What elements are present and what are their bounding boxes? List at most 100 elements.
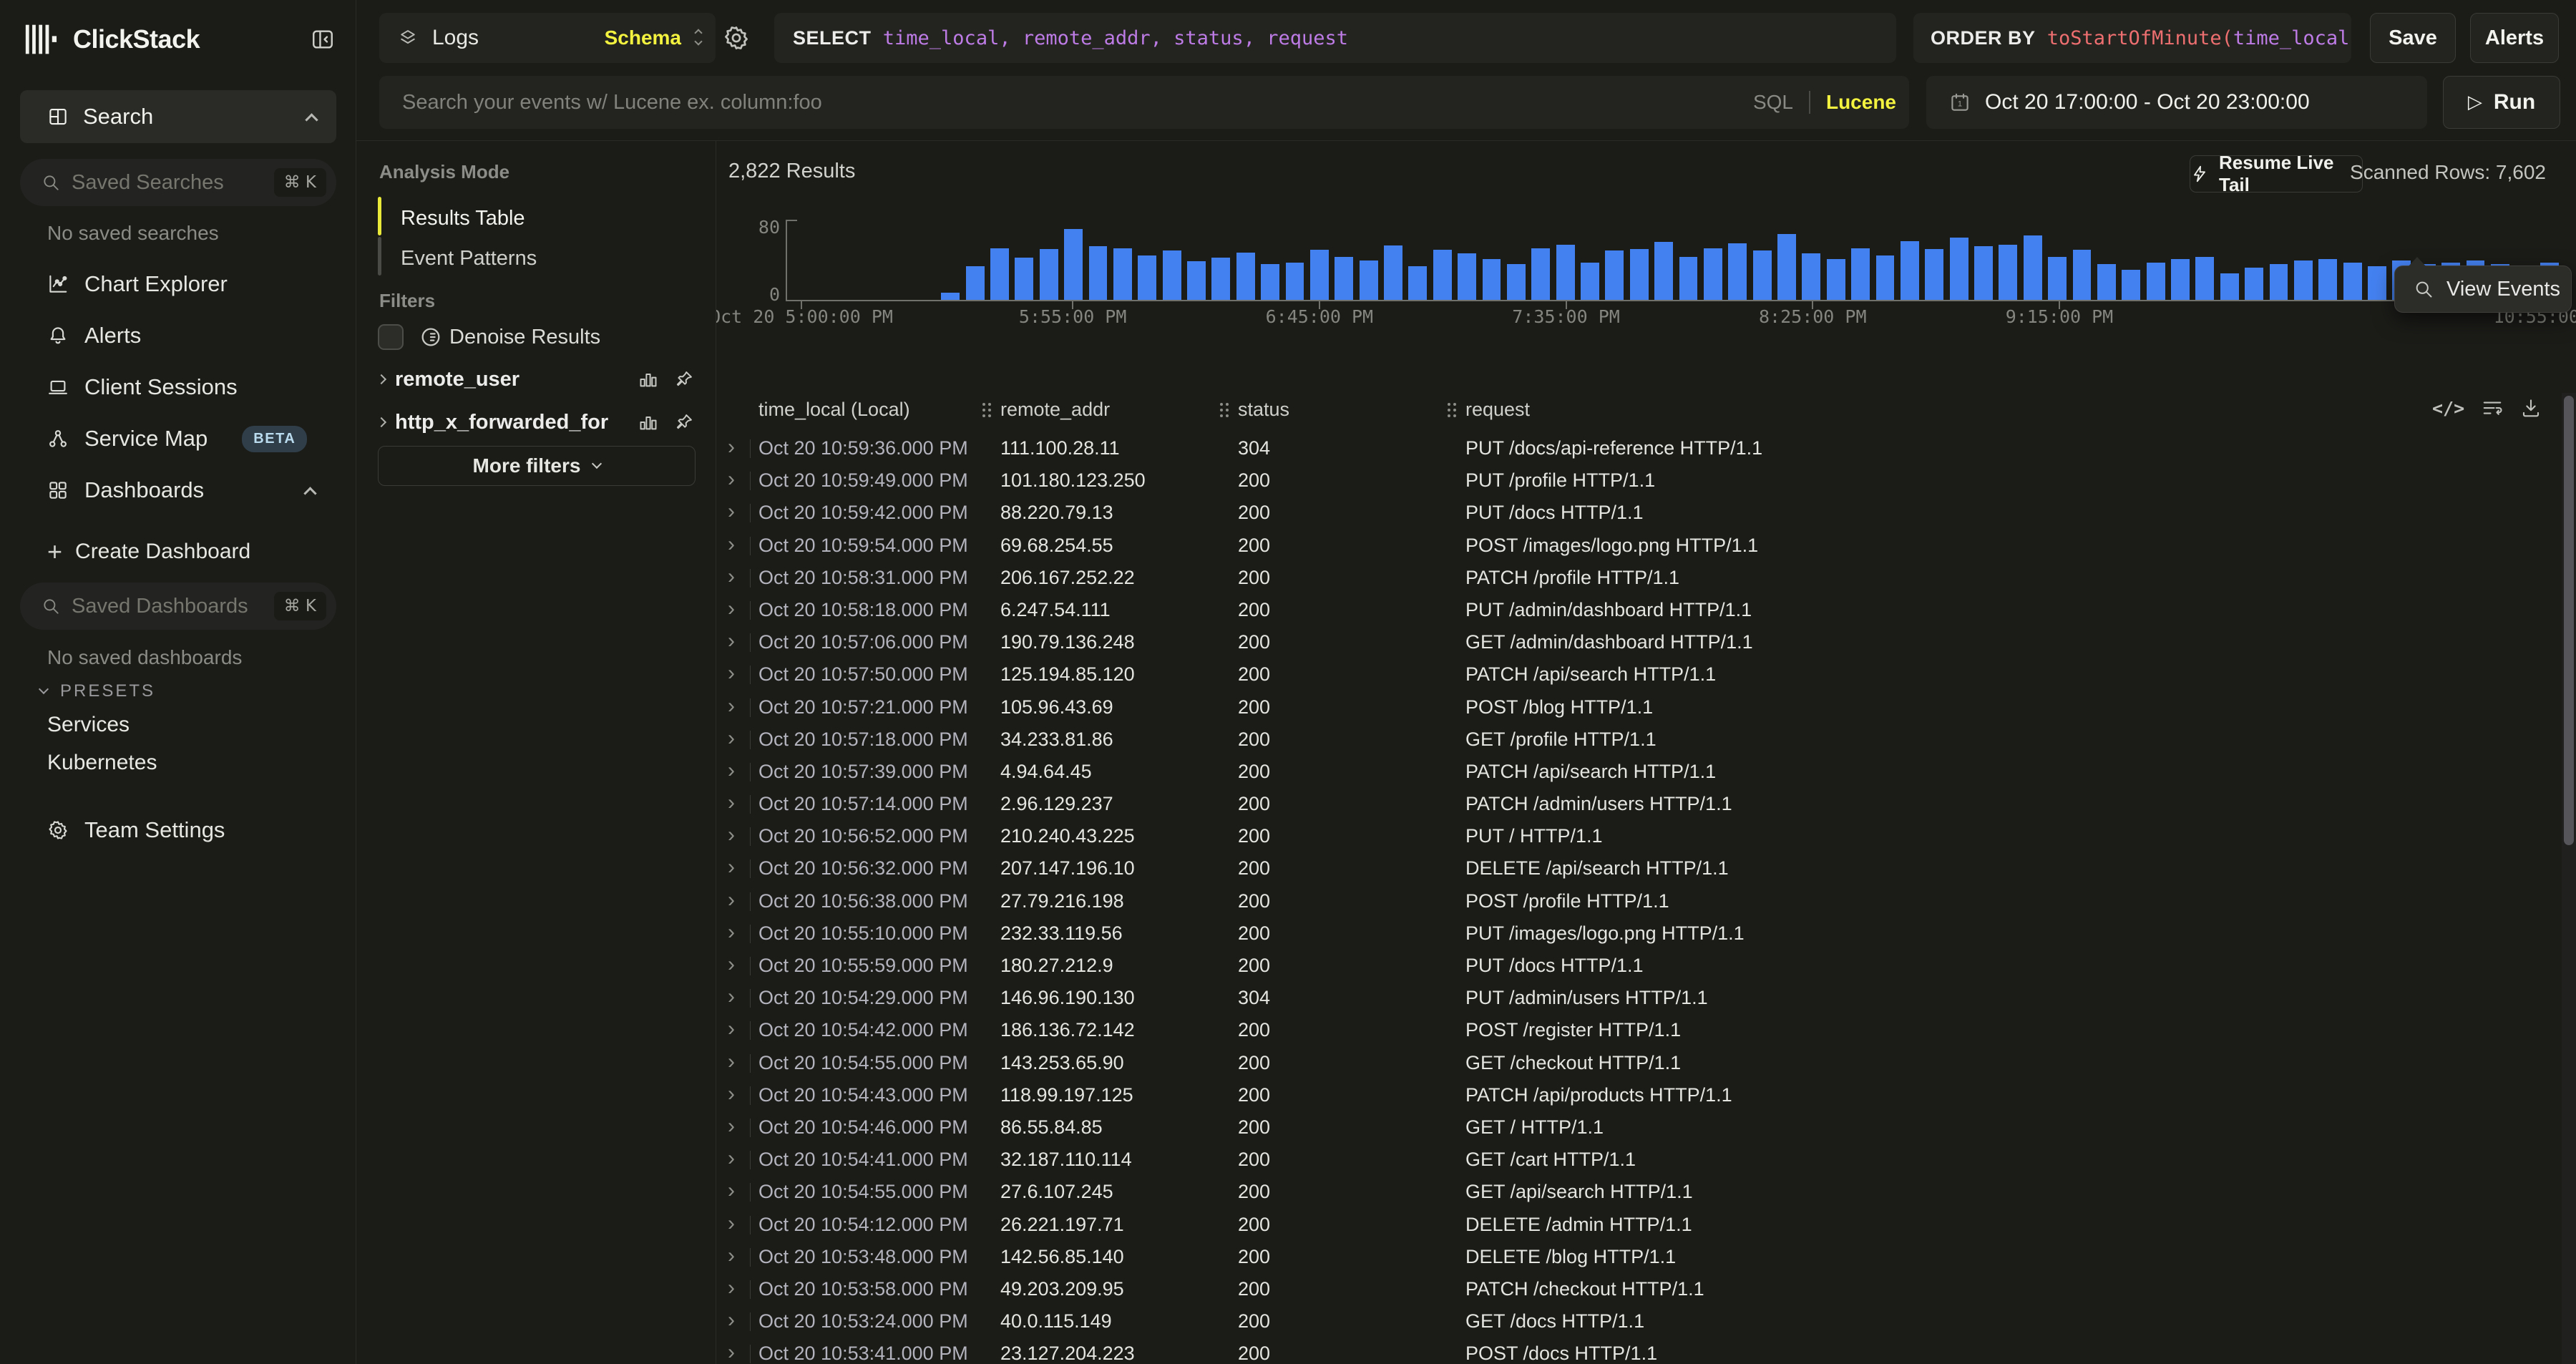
- row-expand-chevron-icon[interactable]: ›: [728, 598, 735, 620]
- histogram-bar[interactable]: [1556, 245, 1575, 301]
- table-scrollbar-thumb[interactable]: [2564, 396, 2574, 845]
- histogram-bar[interactable]: [1360, 260, 1378, 300]
- resume-live-tail-button[interactable]: Resume Live Tail: [2190, 155, 2363, 193]
- histogram-bar[interactable]: [1827, 259, 1845, 301]
- histogram-bar[interactable]: [1211, 258, 1230, 300]
- histogram-bar[interactable]: [1802, 253, 1820, 300]
- histogram-bar[interactable]: [966, 266, 985, 301]
- row-expand-chevron-icon[interactable]: ›: [728, 760, 735, 781]
- orderby-query-input[interactable]: ORDER BY toStartOfMinute(time_local) D: [1913, 13, 2351, 63]
- row-expand-chevron-icon[interactable]: ›: [728, 890, 735, 911]
- row-expand-chevron-icon[interactable]: ›: [728, 728, 735, 749]
- table-row[interactable]: ›Oct 20 10:57:18.000 PM34.233.81.86200GE…: [716, 724, 2562, 756]
- row-expand-chevron-icon[interactable]: ›: [728, 1245, 735, 1267]
- histogram-bar[interactable]: [2368, 266, 2386, 301]
- save-button[interactable]: Save: [2370, 13, 2456, 63]
- histogram-bar[interactable]: [2195, 257, 2214, 300]
- histogram-bar[interactable]: [1483, 259, 1501, 301]
- histogram-bar[interactable]: [1286, 263, 1304, 301]
- histogram-bar[interactable]: [1679, 257, 1698, 300]
- row-expand-chevron-icon[interactable]: ›: [728, 469, 735, 490]
- histogram-bar[interactable]: [2171, 259, 2190, 301]
- field-chart-icon[interactable]: [638, 369, 658, 389]
- table-row[interactable]: ›Oct 20 10:57:14.000 PM2.96.129.237200PA…: [716, 788, 2562, 820]
- table-row[interactable]: ›Oct 20 10:58:31.000 PM206.167.252.22200…: [716, 562, 2562, 594]
- histogram-bar[interactable]: [1015, 258, 1033, 300]
- table-row[interactable]: ›Oct 20 10:54:55.000 PM27.6.107.245200GE…: [716, 1176, 2562, 1208]
- row-expand-chevron-icon[interactable]: ›: [728, 501, 735, 522]
- row-expand-chevron-icon[interactable]: ›: [728, 1018, 735, 1040]
- table-row[interactable]: ›Oct 20 10:54:55.000 PM143.253.65.90200G…: [716, 1047, 2562, 1079]
- histogram-bar[interactable]: [2048, 257, 2067, 300]
- table-row[interactable]: ›Oct 20 10:57:50.000 PM125.194.85.120200…: [716, 658, 2562, 691]
- column-header-remote-addr[interactable]: remote_addr: [982, 399, 1110, 421]
- column-header-status[interactable]: status: [1219, 399, 1289, 421]
- histogram-bar[interactable]: [1163, 250, 1181, 300]
- row-expand-chevron-icon[interactable]: ›: [728, 986, 735, 1008]
- histogram-bar[interactable]: [1310, 250, 1329, 300]
- table-row[interactable]: ›Oct 20 10:56:32.000 PM207.147.196.10200…: [716, 852, 2562, 885]
- row-expand-chevron-icon[interactable]: ›: [728, 922, 735, 943]
- sidebar-item-alerts[interactable]: Alerts: [20, 310, 336, 361]
- histogram-bar[interactable]: [1901, 241, 1919, 301]
- wrap-text-icon[interactable]: [2482, 397, 2503, 419]
- table-row[interactable]: ›Oct 20 10:53:24.000 PM40.0.115.149200GE…: [716, 1305, 2562, 1338]
- table-row[interactable]: ›Oct 20 10:55:10.000 PM232.33.119.56200P…: [716, 917, 2562, 950]
- table-row[interactable]: ›Oct 20 10:57:39.000 PM4.94.64.45200PATC…: [716, 756, 2562, 788]
- row-expand-chevron-icon[interactable]: ›: [728, 1310, 735, 1331]
- histogram-bar[interactable]: [2073, 250, 2092, 300]
- histogram-bar[interactable]: [1728, 243, 1747, 300]
- table-row[interactable]: ›Oct 20 10:57:21.000 PM105.96.43.69200PO…: [716, 691, 2562, 724]
- table-row[interactable]: ›Oct 20 10:55:59.000 PM180.27.212.9200PU…: [716, 950, 2562, 982]
- query-settings-gear-icon[interactable]: [723, 24, 750, 52]
- table-row[interactable]: ›Oct 20 10:58:18.000 PM6.247.54.111200PU…: [716, 594, 2562, 626]
- table-row[interactable]: ›Oct 20 10:53:58.000 PM49.203.209.95200P…: [716, 1273, 2562, 1305]
- histogram-bar[interactable]: [2270, 264, 2288, 300]
- denoise-label[interactable]: Denoise Results: [449, 326, 600, 349]
- histogram-bar[interactable]: [1531, 248, 1550, 301]
- histogram-bar[interactable]: [1999, 245, 2017, 301]
- code-view-icon[interactable]: </>: [2432, 398, 2464, 419]
- row-expand-chevron-icon[interactable]: ›: [728, 1148, 735, 1169]
- saved-dashboards-input[interactable]: Saved Dashboards ⌘ K: [20, 583, 336, 630]
- sidebar-item-team-settings[interactable]: Team Settings: [20, 804, 336, 856]
- histogram-bar[interactable]: [990, 248, 1009, 301]
- table-row[interactable]: ›Oct 20 10:54:46.000 PM86.55.84.85200GET…: [716, 1111, 2562, 1144]
- more-filters-button[interactable]: More filters: [378, 446, 696, 486]
- histogram-bar[interactable]: [1704, 248, 1722, 301]
- sidebar-item-client-sessions[interactable]: Client Sessions: [20, 361, 336, 413]
- histogram-bar[interactable]: [2343, 263, 2362, 301]
- row-expand-chevron-icon[interactable]: ›: [728, 534, 735, 555]
- column-header-time-local[interactable]: time_local (Local): [758, 399, 910, 421]
- sidebar-item-kubernetes[interactable]: Kubernetes: [47, 751, 157, 775]
- histogram-bar[interactable]: [1040, 249, 1058, 300]
- histogram-bar[interactable]: [1408, 266, 1427, 301]
- histogram-bar[interactable]: [1630, 249, 1649, 300]
- row-expand-chevron-icon[interactable]: ›: [728, 1180, 735, 1202]
- time-range-picker[interactable]: 1 Oct 20 17:00:00 - Oct 20 23:00:00: [1926, 76, 2427, 129]
- histogram-bar[interactable]: [2097, 264, 2116, 300]
- histogram-bar[interactable]: [1138, 255, 1156, 301]
- row-expand-chevron-icon[interactable]: ›: [728, 696, 735, 717]
- run-button[interactable]: ▷ Run: [2443, 76, 2560, 129]
- table-scrollbar-track[interactable]: [2562, 393, 2576, 1364]
- histogram-bar[interactable]: [1974, 246, 1993, 300]
- row-expand-chevron-icon[interactable]: ›: [728, 566, 735, 588]
- histogram-bar[interactable]: [2220, 273, 2239, 301]
- field-chart-icon[interactable]: [638, 412, 658, 432]
- table-row[interactable]: ›Oct 20 10:54:43.000 PM118.99.197.125200…: [716, 1079, 2562, 1111]
- sql-mode-toggle[interactable]: SQL: [1753, 91, 1793, 114]
- histogram-bar[interactable]: [1507, 264, 1526, 300]
- histogram-bar[interactable]: [1876, 255, 1895, 301]
- pin-icon[interactable]: [674, 412, 694, 432]
- row-expand-chevron-icon[interactable]: ›: [728, 1116, 735, 1137]
- row-expand-chevron-icon[interactable]: ›: [728, 824, 735, 846]
- histogram-bar[interactable]: [1335, 257, 1353, 300]
- pin-icon[interactable]: [674, 369, 694, 389]
- table-row[interactable]: ›Oct 20 10:57:06.000 PM190.79.136.248200…: [716, 626, 2562, 658]
- histogram-bar[interactable]: [1851, 248, 1870, 301]
- table-row[interactable]: ›Oct 20 10:59:42.000 PM88.220.79.13200PU…: [716, 497, 2562, 529]
- histogram-bar[interactable]: [1950, 238, 1968, 301]
- sidebar-item-search[interactable]: Search: [20, 90, 336, 143]
- mode-results-table[interactable]: Results Table: [401, 207, 525, 230]
